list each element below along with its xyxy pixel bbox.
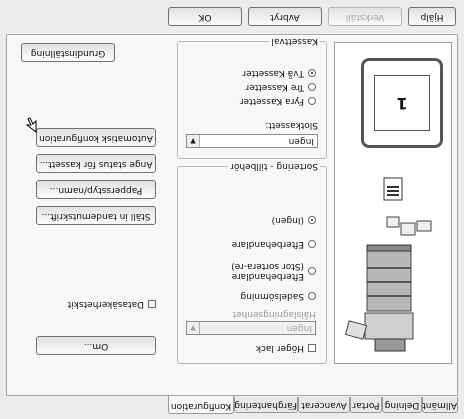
halslag-select[interactable]: Ingen ▼ — [186, 321, 316, 335]
sortering-option-ingen[interactable]: (Ingen) — [272, 215, 316, 225]
tab-general[interactable]: Allmänt — [422, 397, 458, 413]
tab-bar: Allmänt Delning Portar Avancerat Färghan… — [6, 395, 458, 414]
datasakerhet-checkbox[interactable]: Datasäkerhetskit — [68, 299, 156, 309]
om-button[interactable]: Om... — [36, 336, 156, 355]
status-button[interactable]: Ange status för kassett... — [36, 154, 156, 173]
slotkassett-select[interactable]: Ingen ▼ — [186, 134, 318, 148]
sortering-label: Sortering - tillbehör — [228, 161, 320, 171]
kassett-option-four[interactable]: Fyra Kassetter — [240, 96, 316, 106]
help-button[interactable]: Hjälp — [408, 7, 456, 26]
kassett-option-three[interactable]: Tre Kassetter — [245, 82, 316, 92]
configuration-panel: 1 Sortering - tillbehör Höger lack Hålsl… — [6, 34, 458, 396]
ok-button[interactable]: OK — [168, 7, 242, 26]
slotkassett-label: Slotkassett: — [265, 120, 318, 130]
printer-illustration: 1 — [334, 42, 452, 364]
sortering-option-efter[interactable]: Efterbehandlare — [232, 239, 316, 249]
tandem-button[interactable]: Ställ in tandemutskrift... — [36, 206, 156, 225]
tab-ports[interactable]: Portar — [350, 397, 382, 413]
tab-configuration[interactable]: Konfiguration — [168, 396, 234, 414]
kassettval-group: Kassettval Ingen ▼ Slotkassett: Fyra Kass… — [177, 36, 327, 159]
tab-sharing[interactable]: Delning — [382, 397, 422, 413]
papper-button[interactable]: Pappersstyp/namn... — [36, 180, 156, 199]
halslag-label: Hålslagningsenhet — [232, 309, 316, 319]
hoger-lack-checkbox[interactable]: Höger lack — [256, 343, 316, 353]
tab-advanced[interactable]: Avancerat — [298, 397, 350, 413]
apply-button[interactable]: Verkställ — [328, 7, 402, 26]
kassett-option-two[interactable]: Två Kassetter — [242, 68, 316, 78]
tray-number: 1 — [374, 75, 430, 131]
auto-config-button[interactable]: Automatisk konfiguration — [36, 128, 156, 147]
tab-color-management[interactable]: Färghantering — [234, 397, 298, 413]
grund-button[interactable]: Grundinställning — [21, 43, 115, 62]
cursor-icon — [25, 117, 37, 133]
sortering-option-sadel[interactable]: Sadelsömning — [240, 291, 316, 301]
cancel-button[interactable]: Avbryt — [248, 7, 322, 26]
sortering-option-stor[interactable]: Efterbehandlare (Stor sortera-re) — [214, 261, 316, 281]
document-icon — [383, 177, 403, 201]
paper-tray-graphic: 1 — [361, 58, 443, 148]
printer-image — [344, 216, 432, 352]
sortering-group: Sortering - tillbehör Höger lack Hålslag… — [177, 161, 327, 364]
kassettval-label: Kassettval — [269, 36, 320, 46]
